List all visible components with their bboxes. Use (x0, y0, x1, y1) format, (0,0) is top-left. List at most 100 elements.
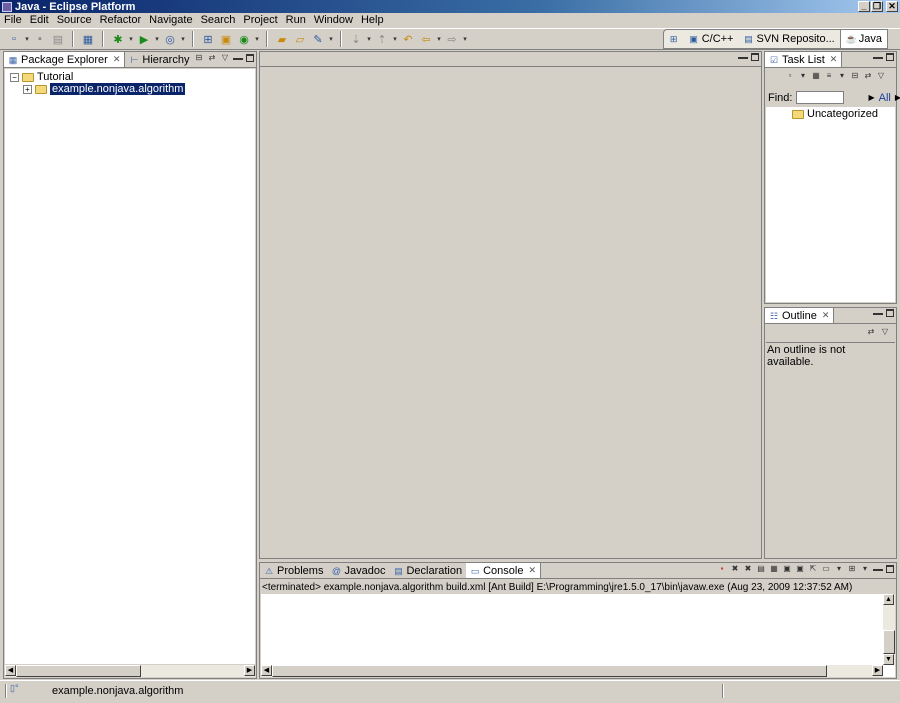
task-category-uncategorized[interactable]: Uncategorized (792, 108, 878, 120)
print-icon[interactable]: ▤ (50, 31, 66, 47)
scroll-right-icon[interactable]: ▶ (872, 665, 883, 676)
link-with-editor-icon[interactable]: ⇄ (207, 53, 217, 63)
tab-outline[interactable]: ☷ Outline ✕ (765, 308, 835, 323)
run-dropdown-icon[interactable]: ▾ (154, 35, 160, 43)
tab-declaration[interactable]: ▤ Declaration (389, 563, 466, 578)
scroll-right-icon[interactable]: ▶ (244, 665, 255, 676)
tree-item-tutorial[interactable]: − Tutorial (10, 71, 73, 83)
vertical-scrollbar[interactable]: ▲ ▼ (883, 594, 895, 665)
new-task-dropdown-icon[interactable]: ▾ (798, 71, 808, 81)
scroll-left-icon[interactable]: ◀ (261, 665, 272, 676)
forward-icon[interactable]: ⇨ (444, 31, 460, 47)
search-icon[interactable]: ✎ (310, 31, 326, 47)
previous-annotation-icon[interactable]: ⇡ (374, 31, 390, 47)
last-edit-location-icon[interactable]: ↶ (400, 31, 416, 47)
schedule-icon[interactable]: ▦ (811, 71, 821, 81)
find-arrow-icon[interactable]: ▶ (868, 93, 874, 102)
next-annotation-icon[interactable]: ⇣ (348, 31, 364, 47)
new-package-icon[interactable]: ▣ (218, 31, 234, 47)
clear-console-icon[interactable]: ▤ (756, 564, 766, 574)
remove-all-launches-icon[interactable]: ✖ (743, 564, 753, 574)
terminate-icon[interactable]: ▪ (717, 564, 727, 574)
horizontal-scrollbar[interactable]: ◀ ▶ (5, 665, 255, 677)
scrollbar-thumb[interactable] (272, 665, 827, 677)
display-console-dropdown-icon[interactable]: ▾ (834, 564, 844, 574)
filter-icon[interactable]: ≡ (824, 71, 834, 81)
collapse-all-icon[interactable]: ⊟ (194, 53, 204, 63)
menu-run[interactable]: Run (284, 14, 312, 26)
perspective-cpp[interactable]: ▣ C/C++ (684, 30, 739, 48)
close-tab-icon[interactable]: ✕ (113, 54, 121, 65)
debug-dropdown-icon[interactable]: ▾ (128, 35, 134, 43)
remove-launch-icon[interactable]: ✖ (730, 564, 740, 574)
maximize-editor-icon[interactable] (751, 53, 759, 61)
scroll-lock-icon[interactable]: ▦ (769, 564, 779, 574)
run-icon[interactable]: ▶ (136, 31, 152, 47)
minimize-view-icon[interactable] (873, 53, 883, 59)
new-icon[interactable]: ▫ (6, 31, 22, 47)
minimize-view-icon[interactable] (873, 565, 883, 571)
menu-refactor[interactable]: Refactor (98, 14, 148, 26)
pin-console-icon[interactable]: ⇱ (808, 564, 818, 574)
forward-dropdown-icon[interactable]: ▾ (462, 35, 468, 43)
new-java-project-icon[interactable]: ⊞ (200, 31, 216, 47)
find-input[interactable] (796, 91, 845, 104)
back-icon[interactable]: ⇦ (418, 31, 434, 47)
open-console-dropdown-icon[interactable]: ▾ (860, 564, 870, 574)
synchronize-icon[interactable]: ⇄ (863, 71, 873, 81)
new-task-icon[interactable]: ▫ (785, 71, 795, 81)
view-menu-icon[interactable]: ▽ (880, 327, 890, 337)
menu-help[interactable]: Help (359, 14, 390, 26)
tab-console[interactable]: ▭ Console ✕ (466, 563, 541, 578)
minimize-editor-icon[interactable] (738, 53, 748, 59)
menu-search[interactable]: Search (199, 14, 242, 26)
tab-problems[interactable]: ⚠ Problems (260, 563, 327, 578)
all-link[interactable]: All (879, 92, 891, 104)
menu-edit[interactable]: Edit (28, 14, 55, 26)
external-tools-icon[interactable]: ◎ (162, 31, 178, 47)
scroll-up-icon[interactable]: ▲ (883, 594, 894, 605)
back-dropdown-icon[interactable]: ▾ (436, 35, 442, 43)
show-on-error-icon[interactable]: ▣ (795, 564, 805, 574)
menu-navigate[interactable]: Navigate (147, 14, 198, 26)
close-button[interactable]: ✕ (886, 1, 898, 12)
external-tools-dropdown-icon[interactable]: ▾ (180, 35, 186, 43)
maximize-view-icon[interactable] (886, 309, 894, 317)
next-annotation-dropdown-icon[interactable]: ▾ (366, 35, 372, 43)
open-folder-icon[interactable]: ▱ (292, 31, 308, 47)
filter-dropdown-icon[interactable]: ▾ (837, 71, 847, 81)
new-class-icon[interactable]: ◉ (236, 31, 252, 47)
menu-source[interactable]: Source (55, 14, 98, 26)
debug-icon[interactable]: ✱ (110, 31, 126, 47)
maximize-view-icon[interactable] (246, 54, 254, 62)
new-dropdown-icon[interactable]: ▾ (24, 35, 30, 43)
view-menu-icon[interactable]: ▽ (876, 71, 886, 81)
minimize-view-icon[interactable] (233, 54, 243, 60)
open-perspective-button[interactable]: ⊞ (664, 30, 684, 48)
new-class-dropdown-icon[interactable]: ▾ (254, 35, 260, 43)
fast-view-icon[interactable]: ▯° (10, 683, 19, 694)
tab-package-explorer[interactable]: ▦ Package Explorer ✕ (4, 52, 126, 67)
show-on-output-icon[interactable]: ▣ (782, 564, 792, 574)
open-type-icon[interactable]: ▰ (274, 31, 290, 47)
perspective-svn[interactable]: ▤ SVN Reposito... (738, 30, 839, 48)
collapse-all-icon[interactable]: ⊟ (850, 71, 860, 81)
sync-icon[interactable]: ⇄ (866, 327, 876, 337)
save-icon[interactable]: ▪ (32, 31, 48, 47)
expand-icon[interactable]: + (23, 84, 32, 94)
scroll-down-icon[interactable]: ▼ (883, 654, 894, 665)
minimize-button[interactable]: _ (858, 1, 870, 12)
close-tab-icon[interactable]: ✕ (822, 310, 830, 321)
scroll-left-icon[interactable]: ◀ (5, 665, 16, 676)
build-icon[interactable]: ▦ (80, 31, 96, 47)
close-tab-icon[interactable]: ✕ (528, 565, 536, 576)
maximize-view-icon[interactable] (886, 565, 894, 573)
menu-project[interactable]: Project (241, 14, 283, 26)
scrollbar-thumb[interactable] (16, 665, 141, 677)
previous-annotation-dropdown-icon[interactable]: ▾ (392, 35, 398, 43)
search-dropdown-icon[interactable]: ▾ (328, 35, 334, 43)
horizontal-scrollbar[interactable]: ◀ ▶ (261, 665, 883, 677)
tab-hierarchy[interactable]: ⊢ Hierarchy (125, 52, 193, 67)
open-console-icon[interactable]: ⊞ (847, 564, 857, 574)
menu-window[interactable]: Window (312, 14, 359, 26)
